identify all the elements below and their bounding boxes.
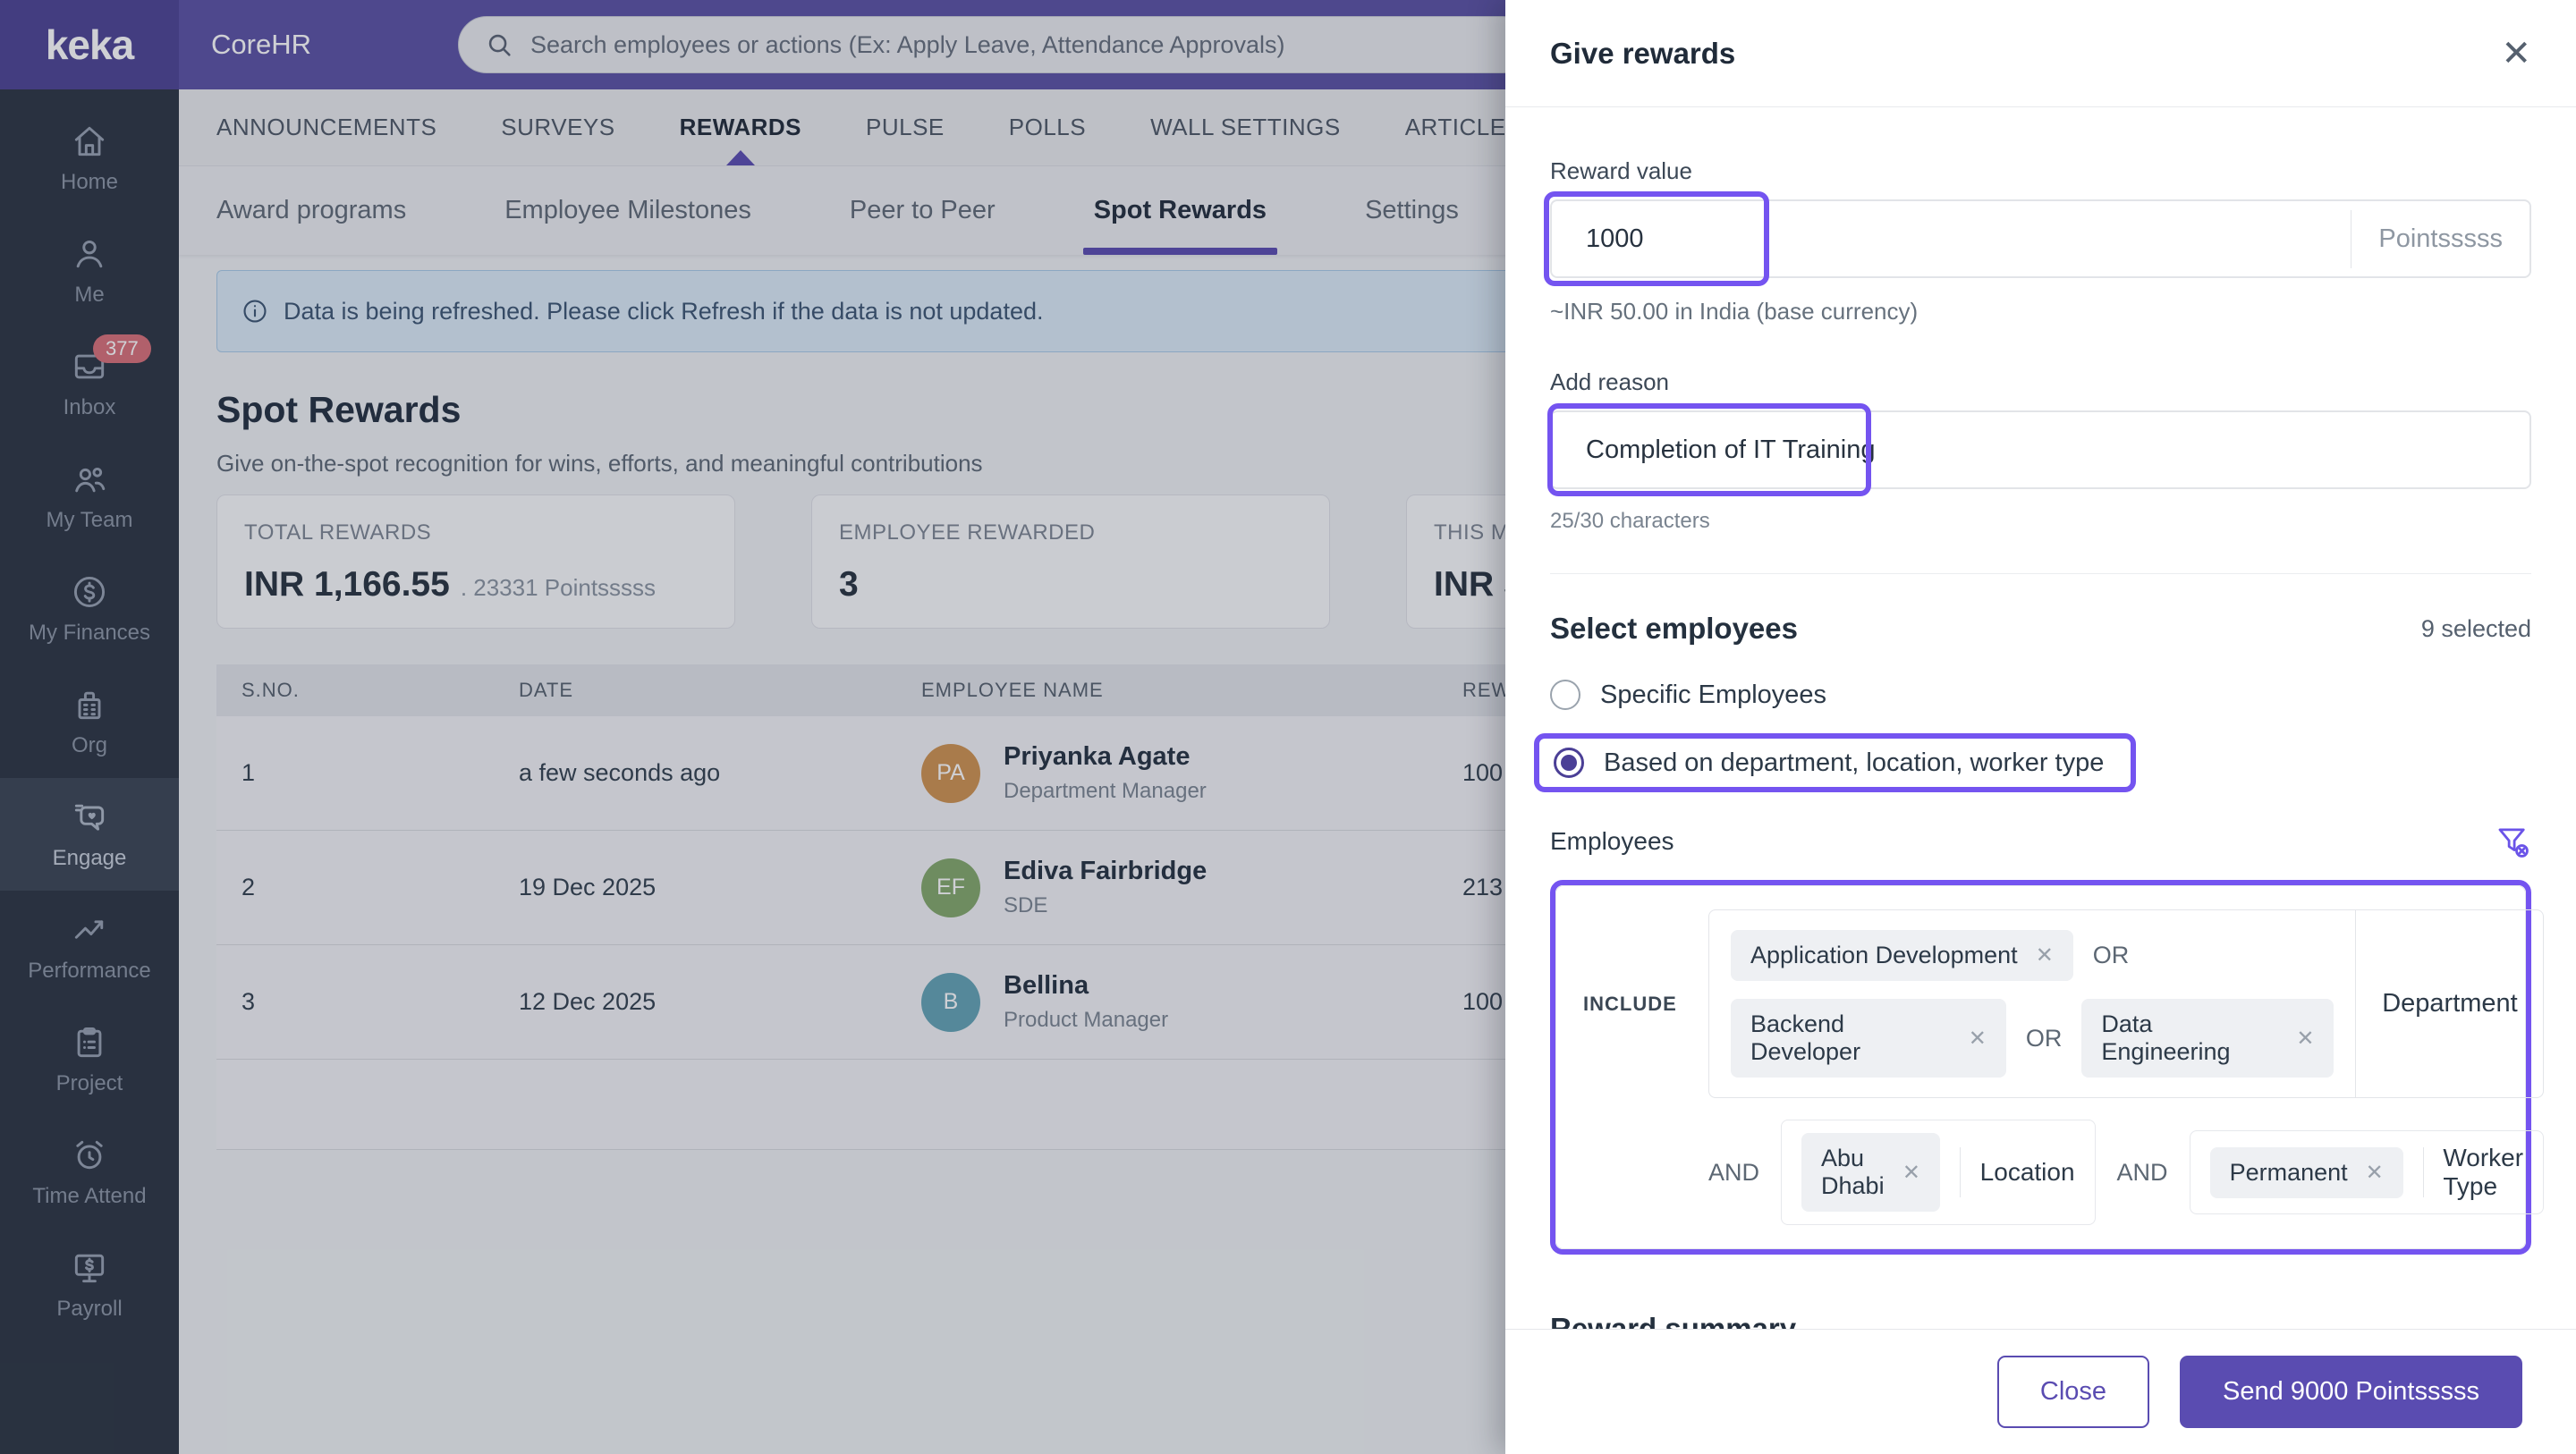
- close-button[interactable]: Close: [1997, 1356, 2149, 1428]
- or-operator: OR: [2026, 1025, 2063, 1052]
- panel-title: Give rewards: [1550, 37, 1735, 71]
- filter-chip-permanent[interactable]: Permanent ✕: [2210, 1147, 2403, 1198]
- employee-filter-builder: INCLUDE Application Development ✕ OR: [1555, 885, 2526, 1249]
- radio-based-on-department[interactable]: Based on department, location, worker ty…: [1554, 748, 2104, 778]
- remove-chip-icon[interactable]: ✕: [2366, 1160, 2384, 1186]
- close-icon[interactable]: ✕: [2501, 33, 2531, 74]
- reward-value-field: Pointsssss: [1550, 199, 2531, 278]
- section-divider: [1550, 573, 2531, 574]
- reward-value-label: Reward value: [1550, 157, 2531, 185]
- send-points-button[interactable]: Send 9000 Pointsssss: [2180, 1356, 2522, 1428]
- or-operator: OR: [2093, 942, 2130, 969]
- add-reason-label: Add reason: [1550, 368, 2531, 396]
- filter-chip-application-development[interactable]: Application Development ✕: [1731, 930, 2073, 981]
- radio-icon[interactable]: [1550, 680, 1580, 710]
- remove-chip-icon[interactable]: ✕: [2296, 1026, 2314, 1052]
- and-operator: AND: [1708, 1159, 1759, 1187]
- department-filter-group: Application Development ✕ OR Backend Dev…: [1708, 909, 2544, 1098]
- add-reason-input[interactable]: [1552, 435, 2529, 465]
- add-reason-field: [1550, 410, 2531, 489]
- group-divider: [1960, 1147, 1961, 1197]
- worker-type-group-label: Worker Type: [2443, 1144, 2523, 1201]
- reward-unit-suffix: Pointsssss: [2351, 210, 2529, 268]
- modal-backdrop[interactable]: [0, 0, 1505, 1454]
- worker-type-filter-group: Permanent ✕ Worker Type: [2190, 1130, 2545, 1214]
- filter-chip-abu-dhabi[interactable]: Abu Dhabi ✕: [1801, 1133, 1940, 1212]
- radio-icon-selected[interactable]: [1554, 748, 1584, 778]
- reward-summary-heading: Reward summary: [1550, 1312, 2531, 1329]
- remove-chip-icon[interactable]: ✕: [1969, 1026, 1987, 1052]
- employees-label: Employees: [1550, 827, 1674, 856]
- filter-chip-data-engineering[interactable]: Data Engineering ✕: [2081, 999, 2334, 1078]
- reward-value-helper: ~INR 50.00 in India (base currency): [1550, 298, 2531, 325]
- remove-chip-icon[interactable]: ✕: [1902, 1160, 1920, 1186]
- reward-value-input[interactable]: [1552, 224, 2351, 254]
- include-label: INCLUDE: [1583, 993, 1708, 1016]
- location-filter-group: Abu Dhabi ✕ Location: [1781, 1120, 2096, 1225]
- give-rewards-panel: Give rewards ✕ Reward value Pointsssss ~…: [1505, 0, 2576, 1454]
- annotation-highlight-radio: Based on department, location, worker ty…: [1534, 733, 2136, 792]
- panel-header: Give rewards ✕: [1505, 0, 2576, 107]
- app-window: CoreHR ANNOUNCEMENTS SURVEYS REWARDS PUL…: [0, 0, 2576, 1454]
- selected-count: 9 selected: [2421, 615, 2531, 643]
- radio-specific-employees[interactable]: Specific Employees: [1550, 680, 2531, 710]
- and-operator: AND: [2117, 1159, 2168, 1187]
- remove-chip-icon[interactable]: ✕: [2036, 943, 2054, 968]
- panel-body: Reward value Pointsssss ~INR 50.00 in In…: [1505, 107, 2576, 1329]
- clear-filter-icon[interactable]: [2494, 823, 2531, 860]
- panel-footer: Close Send 9000 Pointsssss: [1505, 1329, 2576, 1454]
- department-group-label: Department: [2355, 910, 2543, 1097]
- select-employees-heading: Select employees: [1550, 612, 1798, 646]
- group-divider: [2423, 1147, 2424, 1197]
- annotation-highlight-filter: INCLUDE Application Development ✕ OR: [1550, 880, 2531, 1255]
- filter-chip-backend-developer[interactable]: Backend Developer ✕: [1731, 999, 2006, 1078]
- reason-char-count: 25/30 characters: [1550, 509, 2531, 534]
- location-group-label: Location: [1980, 1158, 2075, 1187]
